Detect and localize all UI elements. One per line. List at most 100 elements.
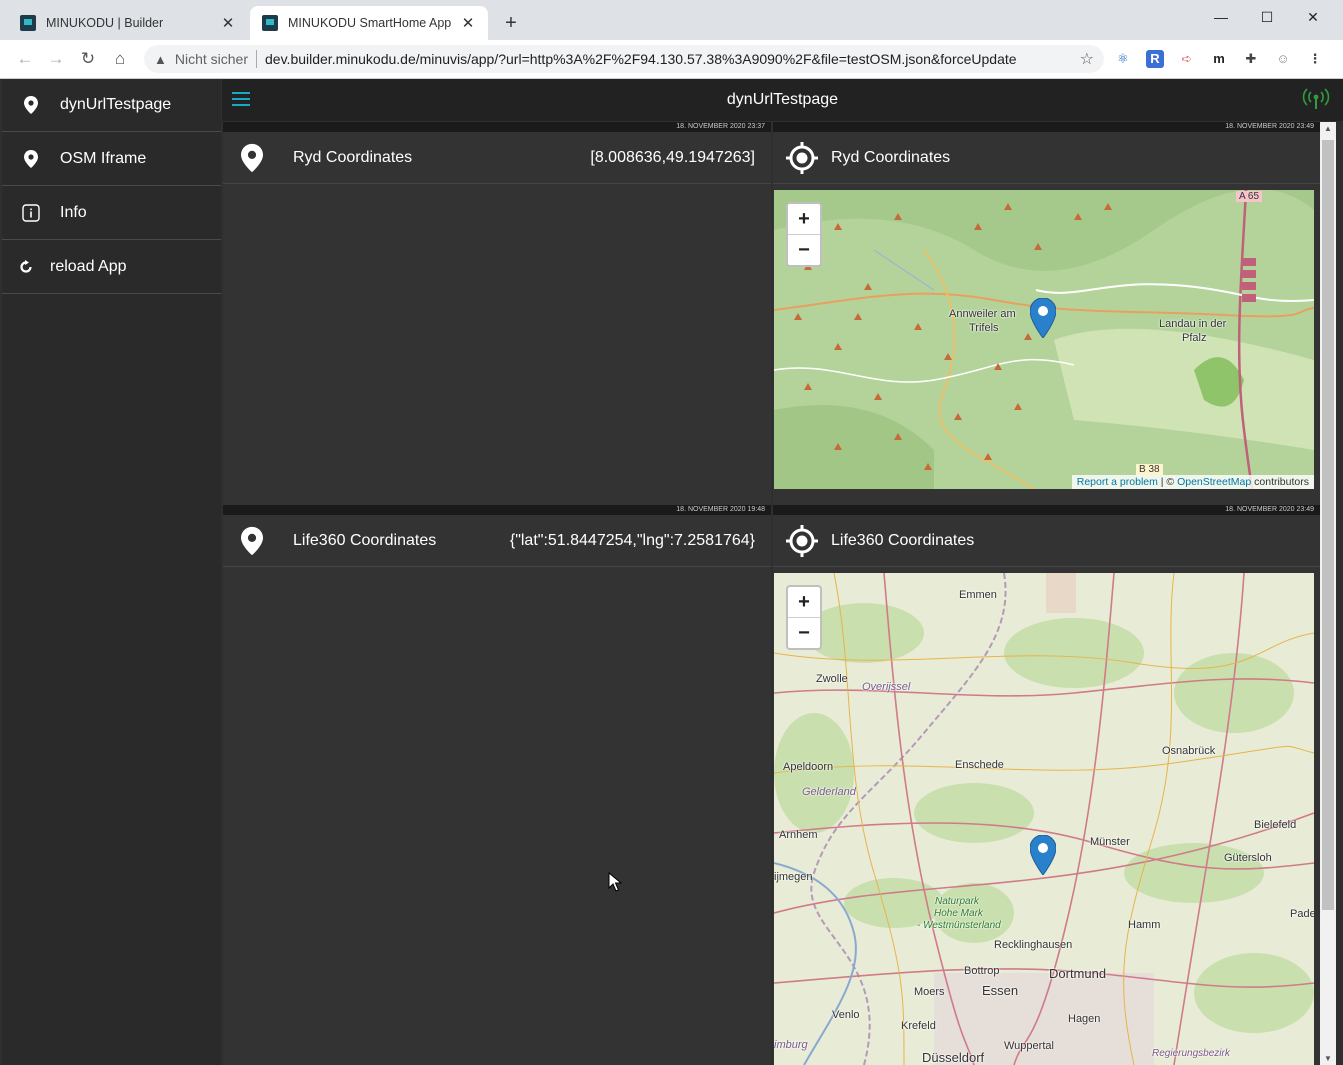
sidebar-item-info[interactable]: Info (2, 187, 221, 240)
map-tiles (774, 573, 1314, 1065)
reload-icon[interactable]: ↻ (77, 48, 99, 70)
tile-timestamp: 18. NOVEMBER 2020 19:48 (223, 505, 771, 515)
tab-builder[interactable]: MINUKODU | Builder ✕ (8, 6, 248, 40)
map-region-label: Regierungsbezirk (1152, 1048, 1230, 1059)
back-icon[interactable]: ← (14, 48, 36, 70)
tile-label: Ryd Coordinates (831, 148, 951, 166)
divider (256, 50, 258, 68)
page-scrollbar[interactable]: ▲ ▼ (1320, 122, 1336, 1065)
map-place-label: Krefeld (901, 1020, 936, 1032)
tile-value: {"lat":51.8447254,"lng":7.2581764} (509, 531, 755, 549)
map-place-label: Düsseldorf (922, 1050, 985, 1065)
osm-map-ryd[interactable]: Annweiler am Trifels Landau in der Pfalz… (774, 190, 1314, 489)
attribution-separator: | © (1157, 476, 1178, 488)
map-park-label: Naturpark (935, 896, 979, 907)
forward-icon[interactable]: → (45, 48, 67, 70)
menu-icon[interactable]: ⋮ (1306, 50, 1324, 68)
hamburger-menu-icon[interactable] (232, 92, 250, 106)
map-pin-icon (223, 526, 281, 556)
zoom-in-button[interactable]: + (788, 587, 820, 617)
attribution-text: contributors (1251, 476, 1309, 488)
redirect-icon[interactable]: ➪ (1178, 50, 1196, 68)
tile-value: [8.008636,49.1947263] (590, 148, 755, 166)
map-region-label: Overijssel (862, 681, 911, 693)
map-marker-icon[interactable] (1029, 834, 1057, 880)
sidebar-item-reload-app[interactable]: reload App (2, 241, 221, 294)
tile-header: Life360 Coordinates {"lat":51.8447254,"l… (223, 515, 771, 567)
zoom-out-button[interactable]: − (788, 617, 820, 648)
map-place-label: Venlo (832, 1009, 860, 1021)
profile-icon[interactable]: ☺ (1274, 50, 1292, 68)
url-text[interactable]: dev.builder.minukodu.de/minuvis/app/?url… (265, 51, 1080, 67)
map-pin-icon (223, 143, 281, 173)
openstreetmap-link[interactable]: OpenStreetMap (1177, 476, 1251, 488)
tile-header: Ryd Coordinates (773, 132, 1320, 184)
map-place-label: Recklinghausen (994, 939, 1073, 951)
map-park-label: - Westmünsterland (917, 920, 1001, 931)
road-label: A 65 (1236, 191, 1263, 202)
home-icon[interactable]: ⌂ (109, 48, 131, 70)
map-place-label: Trifels (969, 322, 999, 334)
zoom-out-button[interactable]: − (788, 234, 820, 265)
minimize-icon[interactable]: — (1198, 4, 1244, 30)
zoom-in-button[interactable]: + (788, 204, 820, 234)
close-icon[interactable]: ✕ (460, 14, 476, 32)
sidebar-item-osm-iframe[interactable]: OSM Iframe (2, 133, 221, 186)
osm-map-life360[interactable]: Emmen Zwolle Overijssel Apeldoorn Ensche… (774, 573, 1314, 1065)
tab-title: MINUKODU SmartHome App (288, 16, 452, 30)
maximize-icon[interactable]: ☐ (1244, 4, 1290, 30)
tile-label: Life360 Coordinates (293, 531, 437, 549)
map-place-label: Bielefeld (1254, 819, 1297, 831)
map-pin-icon (2, 150, 60, 168)
tile-header: Ryd Coordinates [8.008636,49.1947263] (223, 132, 771, 184)
map-place-label: Emmen (959, 589, 997, 601)
tile-ryd-coordinates-text: 18. NOVEMBER 2020 23:37 Ryd Coordinates … (223, 122, 771, 505)
m-extension-icon[interactable]: m (1210, 50, 1228, 68)
map-place-label: Enschede (955, 759, 1004, 771)
scroll-down-icon[interactable]: ▼ (1320, 1054, 1336, 1063)
map-region-label: imburg (774, 1039, 808, 1051)
map-place-label: Landau in der (1159, 318, 1227, 330)
security-label: Nicht sicher (174, 51, 249, 67)
minukodu-favicon (20, 15, 36, 31)
tile-label: Ryd Coordinates (293, 148, 413, 166)
map-place-label: Moers (914, 986, 945, 998)
report-problem-link[interactable]: Report a problem (1077, 476, 1158, 488)
react-icon[interactable]: ⚛ (1114, 50, 1132, 68)
page-title: dynUrlTestpage (726, 91, 839, 108)
tile-label: Life360 Coordinates (831, 531, 975, 549)
sidebar-item-label: OSM Iframe (60, 150, 147, 167)
connection-status-icon (1302, 86, 1330, 110)
new-tab-icon[interactable]: + (500, 12, 522, 35)
map-place-label: Annweiler am (949, 308, 1016, 320)
tile-life360-coordinates-text: 18. NOVEMBER 2020 19:48 Life360 Coordina… (223, 505, 771, 1065)
sidebar-item-dynurltestpage[interactable]: dynUrlTestpage (2, 79, 221, 132)
r-extension-icon[interactable]: R (1146, 50, 1164, 68)
map-place-label: Dortmund (1049, 966, 1107, 981)
crosshair-icon (773, 524, 831, 557)
scrollbar-thumb[interactable] (1322, 140, 1334, 910)
minukodu-favicon (262, 15, 278, 31)
close-icon[interactable]: ✕ (220, 14, 236, 32)
sidebar-item-label: reload App (50, 258, 127, 275)
map-place-label: Münster (1090, 836, 1130, 848)
map-place-label: Hamm (1128, 919, 1161, 931)
window-close-icon[interactable]: ✕ (1290, 4, 1336, 30)
tile-timestamp: 18. NOVEMBER 2020 23:49 (773, 505, 1320, 515)
road-label: B 38 (1136, 464, 1163, 475)
tab-smarthome-app[interactable]: MINUKODU SmartHome App ✕ (250, 6, 488, 40)
map-place-label: Apeldoorn (783, 761, 834, 773)
bookmark-star-icon[interactable]: ☆ (1080, 49, 1094, 69)
puzzle-icon[interactable]: ✚ (1242, 50, 1260, 68)
sidebar-item-label: Info (60, 204, 87, 221)
scroll-up-icon[interactable]: ▲ (1320, 124, 1336, 133)
map-marker-icon[interactable] (1029, 297, 1057, 343)
address-bar[interactable]: ▲ Nicht sicher dev.builder.minukodu.de/m… (144, 45, 1104, 73)
tab-title: MINUKODU | Builder (46, 16, 164, 30)
reload-icon (2, 260, 50, 274)
map-place-label: Hagen (1068, 1013, 1101, 1025)
map-place-label: Bottrop (964, 965, 1000, 977)
tile-header: Life360 Coordinates (773, 515, 1320, 567)
mouse-cursor-icon (608, 871, 623, 897)
map-pin-icon (2, 96, 60, 114)
